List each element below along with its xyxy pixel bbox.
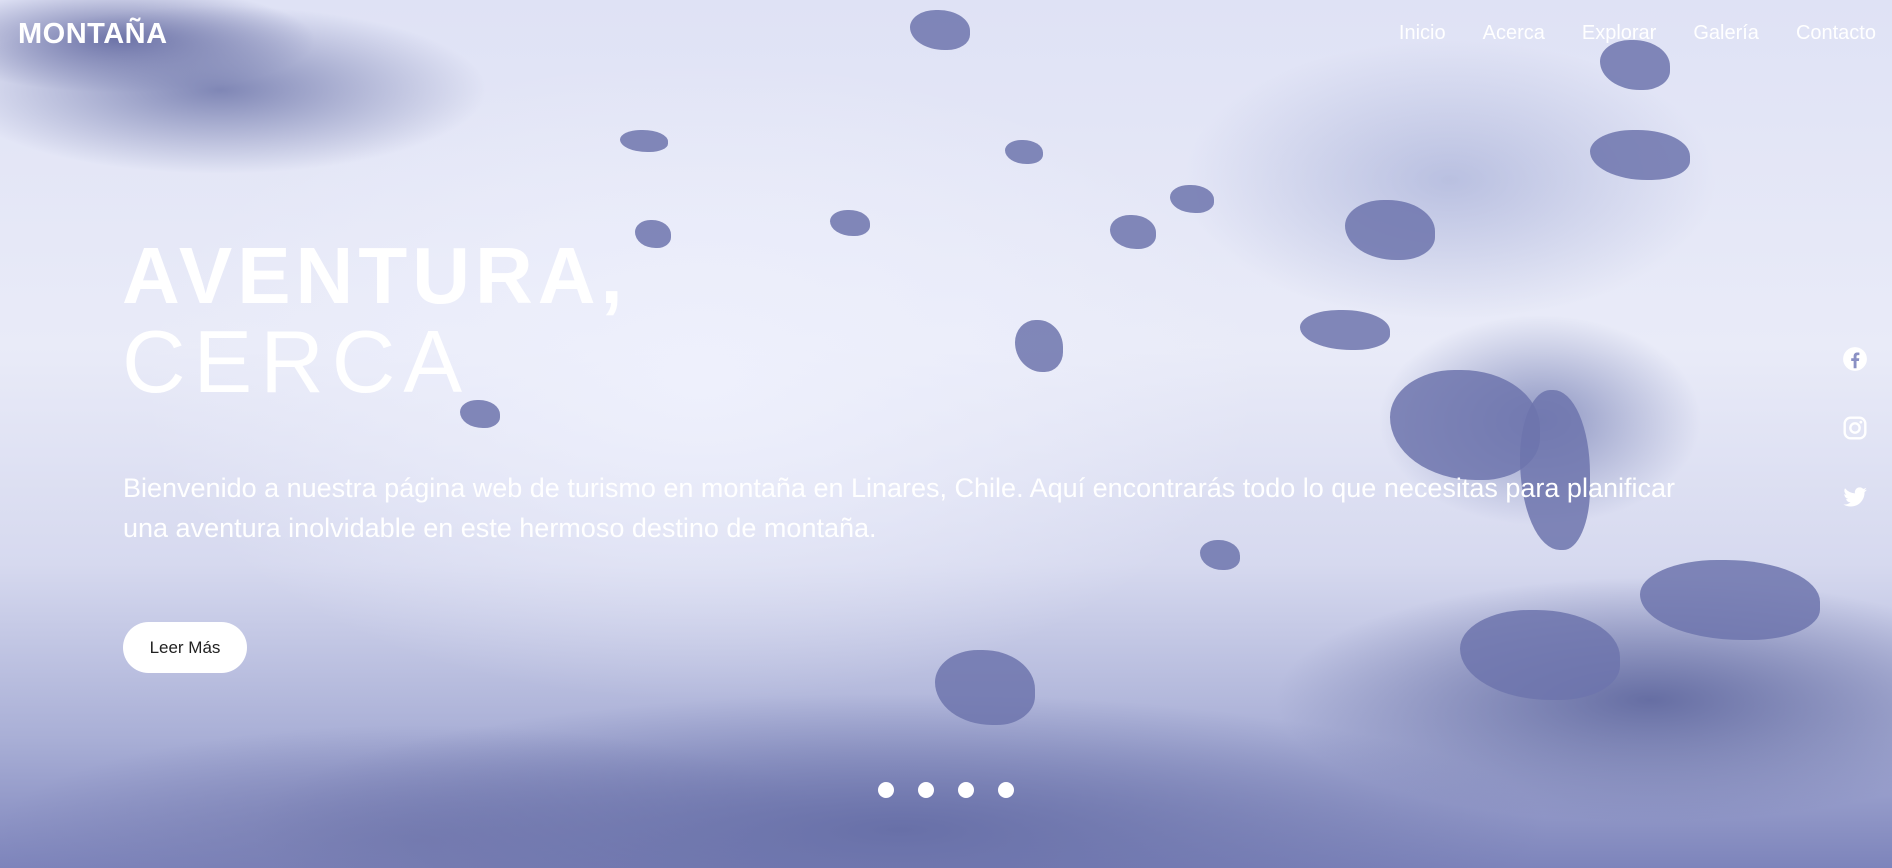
main-nav: Inicio Acerca Explorar Galería Contacto: [1399, 22, 1876, 45]
nav-link-inicio[interactable]: Inicio: [1399, 22, 1446, 44]
slider-dot-4[interactable]: [998, 782, 1014, 798]
social-links: [1842, 346, 1868, 510]
nav-item-acerca: Acerca: [1483, 22, 1545, 45]
hero-intro-text: Bienvenido a nuestra página web de turis…: [123, 473, 1675, 543]
hero-section: MONTAÑA Inicio Acerca Explorar Galería C…: [0, 0, 1892, 868]
nav-item-explorar: Explorar: [1582, 22, 1656, 45]
slider-dot-3[interactable]: [958, 782, 974, 798]
slider-dot-2[interactable]: [918, 782, 934, 798]
site-logo[interactable]: MONTAÑA: [18, 18, 168, 51]
background-image: [0, 0, 1892, 868]
instagram-link[interactable]: [1842, 415, 1868, 441]
hero-title-line-1: AVENTURA,: [122, 231, 628, 320]
twitter-icon: [1843, 487, 1867, 507]
facebook-icon: [1843, 347, 1867, 371]
slider-dots: [878, 782, 1014, 798]
nav-item-inicio: Inicio: [1399, 22, 1446, 45]
slider-dot-1[interactable]: [878, 782, 894, 798]
instagram-icon: [1843, 416, 1867, 440]
nav-link-contacto[interactable]: Contacto: [1796, 22, 1876, 44]
hero-title-line-2: CERCA: [122, 312, 471, 411]
facebook-link[interactable]: [1842, 346, 1868, 372]
nav-link-galeria[interactable]: Galería: [1693, 22, 1759, 44]
nav-link-explorar[interactable]: Explorar: [1582, 22, 1656, 44]
read-more-button[interactable]: Leer Más: [123, 622, 247, 673]
nav-link-acerca[interactable]: Acerca: [1483, 22, 1545, 44]
twitter-link[interactable]: [1842, 484, 1868, 510]
nav-item-galeria: Galería: [1693, 22, 1759, 45]
nav-item-contacto: Contacto: [1796, 22, 1876, 45]
hero-title: AVENTURA, CERCA: [122, 236, 628, 406]
